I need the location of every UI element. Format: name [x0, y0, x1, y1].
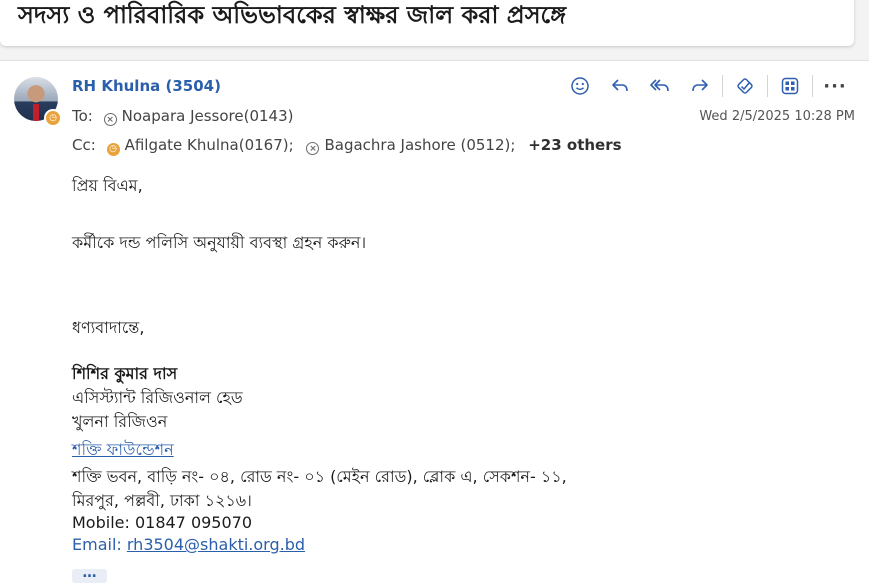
sender-name[interactable]: RH Khulna (3504): [72, 77, 221, 95]
show-more-button[interactable]: …: [72, 566, 107, 583]
signature-title: এসিস্ট্যান্ট রিজিওনাল হেড: [72, 388, 243, 407]
immersive-reader-icon[interactable]: [725, 73, 765, 99]
reply-all-icon[interactable]: [640, 73, 680, 99]
greeting: প্রিয় বিএম,: [72, 176, 143, 195]
address-line-2: মিরপুর, পল্লবী, ঢাকা ১২১৬।: [72, 491, 252, 510]
recipient-chip[interactable]: Noapara Jessore(0143): [122, 107, 294, 125]
organization-link[interactable]: শক্তি ফাউন্ডেশন: [72, 437, 174, 464]
toolbar-divider: [722, 75, 723, 97]
cc-label: Cc:: [72, 136, 96, 154]
signature-name: শিশির কুমার দাস: [72, 364, 178, 383]
apps-icon[interactable]: [770, 73, 810, 99]
body-line: কর্মীকে দন্ড পলিসি অনুযায়ী ব্যবস্থা গ্র…: [72, 233, 367, 252]
reply-icon[interactable]: [600, 73, 640, 99]
cc-recipients: Cc: ◷ Afilgate Khulna(0167); × Bagachra Ja…: [72, 136, 622, 156]
recipient-chip[interactable]: Afilgate Khulna(0167);: [125, 136, 294, 154]
email-link[interactable]: rh3504@shakti.org.bd: [127, 535, 305, 554]
more-icon[interactable]: ···: [815, 73, 855, 99]
toolbar-divider: [767, 75, 768, 97]
message-card: ◷ RH Khulna (3504) ··· To: × Noapara Jes…: [0, 60, 869, 587]
forward-icon[interactable]: [680, 73, 720, 99]
signature-region: খুলনা রিজিওন: [72, 412, 168, 431]
away-status-icon: ◷: [106, 143, 120, 156]
email-subject: সদস্য ও পারিবারিক অভিভাবকের স্বাক্ষর জাল…: [18, 1, 567, 29]
more-recipients-link[interactable]: +23 others: [528, 136, 621, 154]
recipient-chip[interactable]: Bagachra Jashore (0512);: [324, 136, 515, 154]
email-line: Email: rh3504@shakti.org.bd: [72, 535, 305, 554]
emoji-icon[interactable]: [560, 73, 600, 99]
away-status-icon: ◷: [44, 109, 62, 127]
reading-pane: সদস্য ও পারিবারিক অভিভাবকের স্বাক্ষর জাল…: [0, 0, 869, 587]
unavailable-status-icon: ×: [103, 113, 117, 126]
subject-header: সদস্য ও পারিবারিক অভিভাবকের স্বাক্ষর জাল…: [0, 0, 854, 46]
address-line-1: শক্তি ভবন, বাড়ি নং- ০৪, রোড নং- ০১ (মেই…: [72, 467, 567, 486]
email-label: Email:: [72, 535, 122, 554]
toolbar-divider: [812, 75, 813, 97]
mobile-number: Mobile: 01847 095070: [72, 513, 253, 532]
to-recipients: To: × Noapara Jessore(0143): [72, 107, 301, 126]
closing: ধণ্যবাদান্তে,: [72, 318, 145, 337]
avatar-tie: [33, 104, 39, 121]
message-toolbar: ···: [560, 73, 855, 99]
unavailable-status-icon: ×: [306, 142, 320, 155]
sent-date: Wed 2/5/2025 10:28 PM: [699, 109, 855, 124]
to-label: To:: [72, 107, 93, 125]
